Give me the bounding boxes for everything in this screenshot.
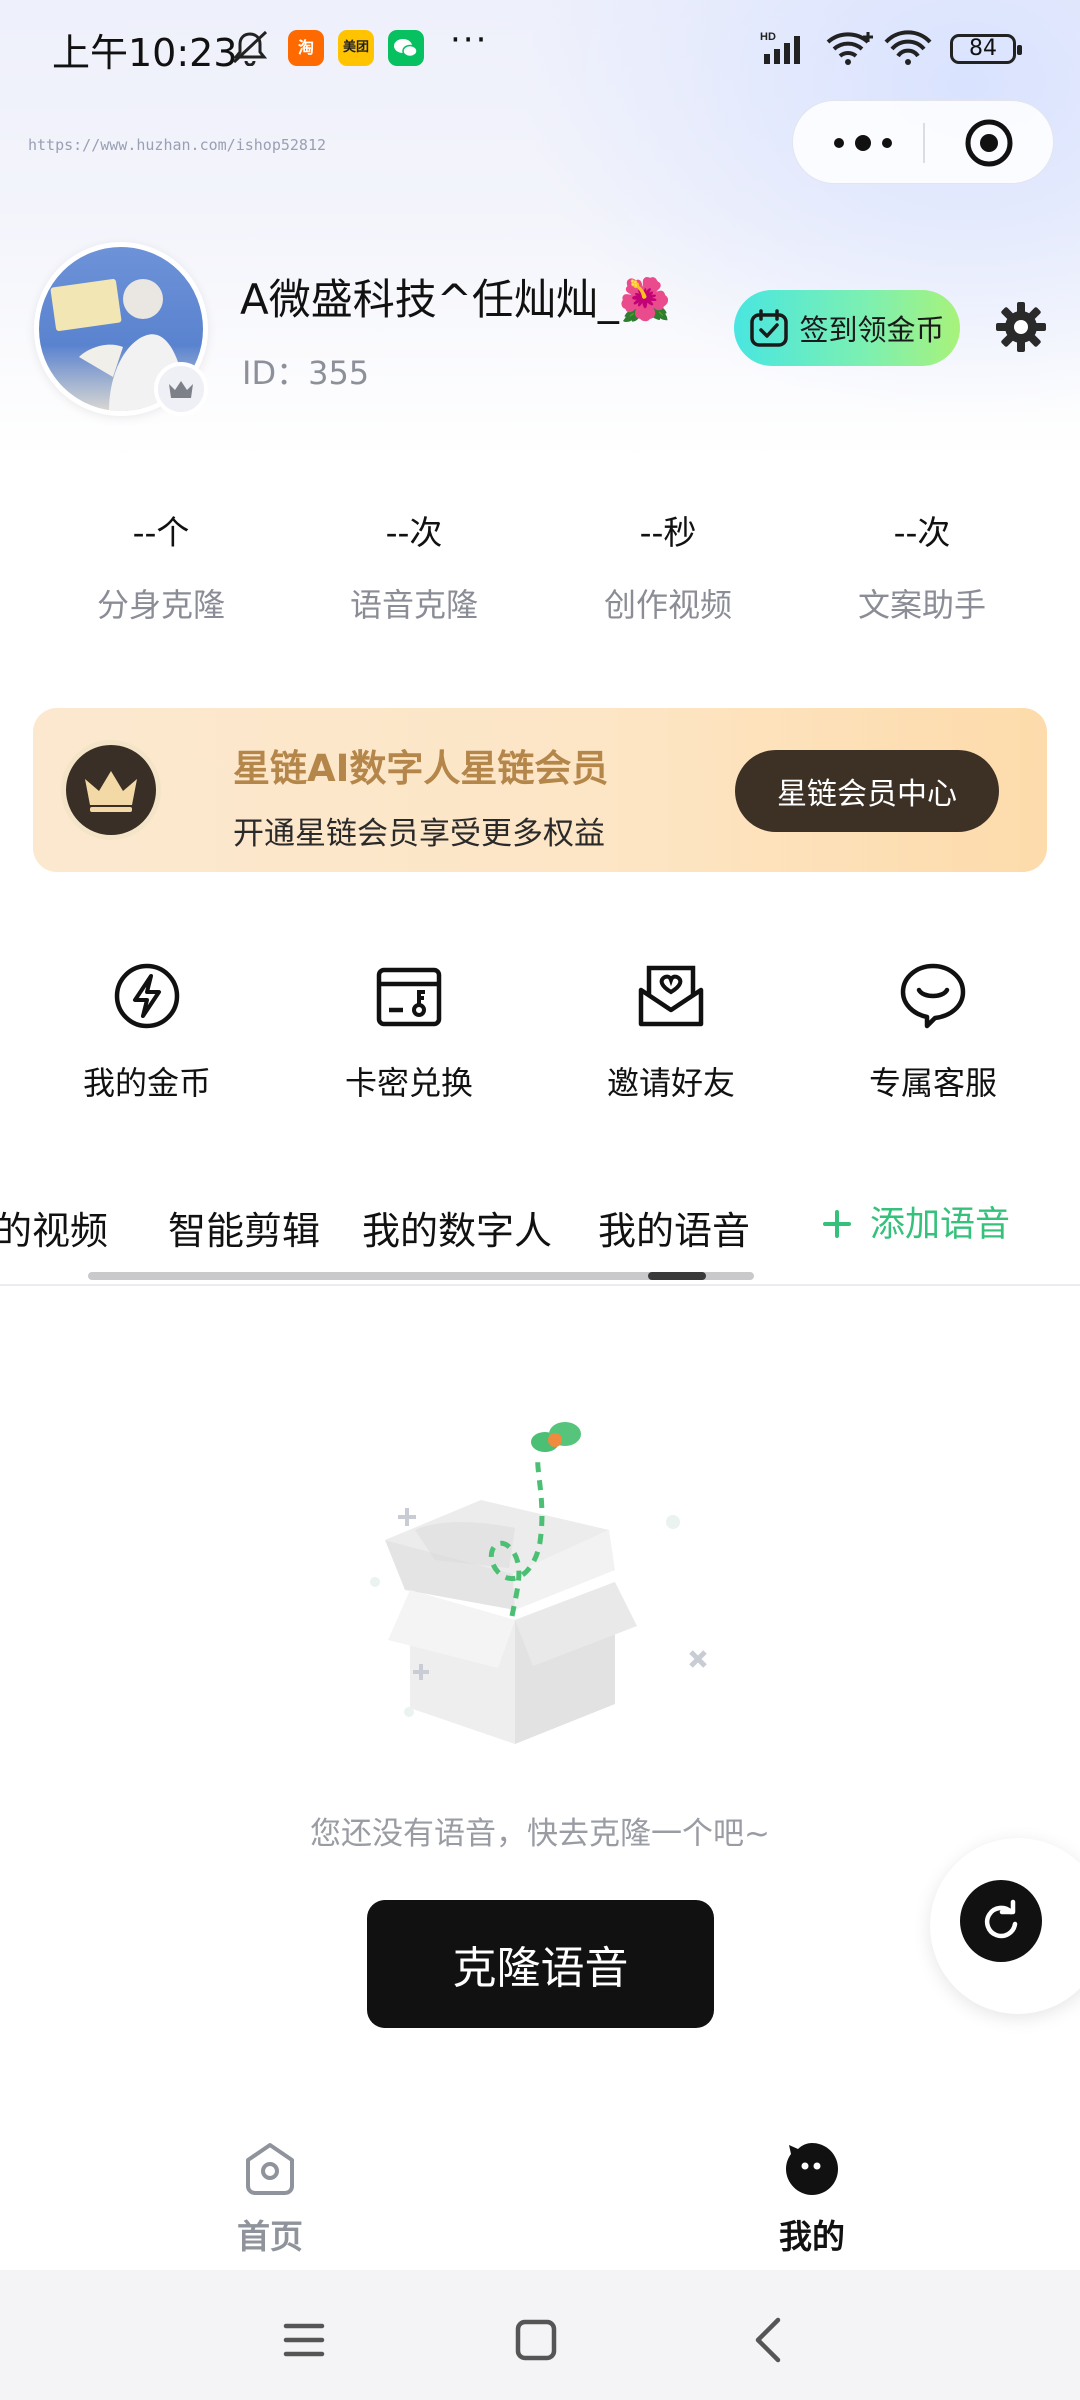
tab-my-videos[interactable]: 的视频 [0, 1200, 108, 1255]
bottom-nav: 首页 我的 [0, 2120, 1080, 2270]
refresh-icon [960, 1880, 1042, 1962]
tab-my-digital-human[interactable]: 我的数字人 [362, 1200, 552, 1255]
tab-divider [0, 1284, 1080, 1286]
quick-actions: 我的金币 卡密兑换 邀请好友 专属客服 [0, 960, 1080, 1120]
stat-value: --次 [385, 513, 443, 552]
more-dots-icon[interactable] [823, 121, 903, 165]
meituan-app-icon: 美团 [338, 30, 374, 66]
nav-home-label: 首页 [237, 2217, 303, 2256]
miniprogram-capsule [792, 100, 1054, 184]
signin-coins-button[interactable]: 签到领金币 [734, 290, 960, 366]
wifi-icon [884, 30, 932, 65]
quick-my-coins[interactable]: 我的金币 [16, 960, 278, 1104]
cellular-signal-icon: HD [760, 31, 800, 64]
capsule-divider [923, 123, 925, 163]
mute-bell-icon [232, 30, 268, 66]
stat-label: 文案助手 [857, 586, 986, 624]
tab-scroll-thumb[interactable] [648, 1272, 706, 1280]
refresh-fab[interactable] [930, 1838, 1080, 2014]
stat-voice-clone[interactable]: --次 语音克隆 [287, 506, 541, 626]
lightning-icon [114, 963, 180, 1029]
card-key-icon [376, 967, 442, 1027]
user-id: ID：355 [242, 354, 370, 392]
svg-text:HD: HD [760, 31, 776, 43]
plus-icon [823, 1210, 851, 1238]
stat-create-video[interactable]: --秒 创作视频 [541, 506, 795, 626]
signin-label: 签到领金币 [799, 313, 945, 347]
quick-invite-friends[interactable]: 邀请好友 [540, 960, 802, 1104]
wifi-plus-icon [826, 32, 873, 65]
back-icon[interactable] [740, 2310, 800, 2370]
vip-banner[interactable]: 星链AI数字人星链会员 开通星链会员享受更多权益 星链会员中心 [33, 708, 1047, 872]
status-more-icon: ··· [450, 20, 489, 60]
invite-envelope-icon [638, 965, 704, 1027]
tab-smart-edit[interactable]: 智能剪辑 [168, 1200, 320, 1255]
status-bar: 上午10:23 淘 美团 ··· HD 84 [0, 0, 1080, 100]
stat-value: --个 [132, 513, 190, 552]
nav-mine[interactable]: 我的 [712, 2140, 912, 2258]
home-icon [246, 2143, 294, 2195]
vip-subtitle: 开通星链会员享受更多权益 [233, 816, 605, 852]
menu-icon[interactable] [274, 2310, 334, 2370]
home-square-icon[interactable] [506, 2310, 566, 2370]
nav-mine-label: 我的 [779, 2217, 845, 2256]
status-time: 上午10:23 [52, 31, 238, 75]
empty-message: 您还没有语音，快去克隆一个吧~ [310, 1816, 770, 1852]
stat-label: 创作视频 [603, 586, 732, 624]
mine-face-icon [786, 2143, 838, 2195]
quick-label: 卡密兑换 [344, 1064, 473, 1102]
stat-value: --次 [893, 513, 951, 552]
add-voice-label: 添加语音 [870, 1205, 1011, 1245]
system-nav-bar [0, 2270, 1080, 2400]
stat-label: 语音克隆 [349, 586, 478, 624]
nav-home[interactable]: 首页 [170, 2140, 370, 2258]
quick-label: 邀请好友 [606, 1064, 735, 1102]
stats-row: --个 分身克隆 --次 语音克隆 --秒 创作视频 --次 文案助手 [0, 506, 1080, 636]
nickname: A微盛科技^任灿灿_🌺 [240, 275, 672, 324]
stat-label: 分身克隆 [96, 586, 225, 624]
stat-avatar-clone[interactable]: --个 分身克隆 [34, 506, 288, 626]
quick-label: 专属客服 [868, 1064, 997, 1102]
empty-box-sprout-illustration [370, 1422, 707, 1744]
quick-card-redeem[interactable]: 卡密兑换 [278, 960, 540, 1104]
vip-title: 星链AI数字人星链会员 [233, 747, 609, 790]
tab-my-voice[interactable]: 我的语音 [598, 1200, 750, 1255]
add-voice-button[interactable]: 添加语音 [822, 1196, 1010, 1247]
crown-badge-icon [154, 362, 208, 416]
quick-label: 我的金币 [82, 1064, 211, 1102]
gear-icon[interactable] [990, 296, 1052, 358]
watermark-url: https://www.huzhan.com/ishop52812 [28, 136, 327, 154]
calendar-check-icon [750, 309, 789, 347]
clone-voice-button[interactable]: 克隆语音 [367, 1900, 714, 2028]
taobao-app-icon: 淘 [288, 30, 324, 66]
stat-copy-assistant[interactable]: --次 文案助手 [795, 506, 1049, 626]
battery-indicator: 84 [950, 34, 1022, 64]
close-target-icon[interactable] [953, 117, 1025, 169]
stat-value: --秒 [639, 513, 697, 552]
quick-customer-service[interactable]: 专属客服 [802, 960, 1064, 1104]
vip-center-button[interactable]: 星链会员中心 [735, 750, 999, 832]
crown-icon [61, 740, 161, 840]
wechat-app-icon [388, 30, 424, 66]
service-bubble-icon [900, 963, 966, 1029]
avatar-wrap[interactable] [34, 242, 208, 416]
